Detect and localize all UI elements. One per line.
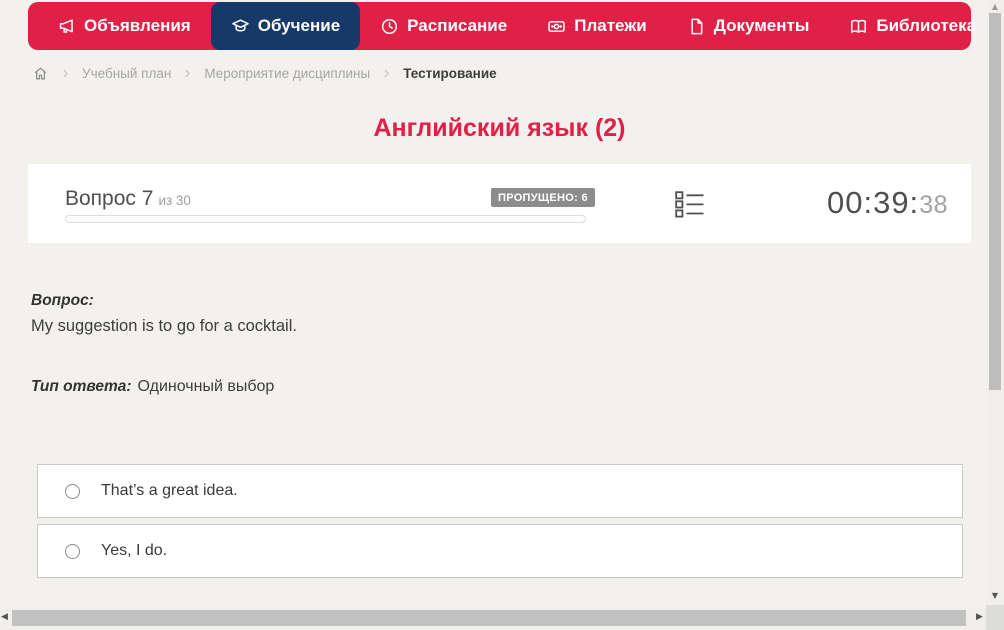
answer-option-2[interactable]: Yes, I do. (37, 524, 963, 578)
answer-option-1[interactable]: That’s a great idea. (37, 464, 963, 518)
radio-icon[interactable] (65, 483, 80, 499)
nav-item-label: Объявления (84, 16, 191, 35)
scrollbar-corner (986, 605, 1004, 630)
test-timer: 00:39:38 (827, 185, 948, 221)
cash-icon (547, 17, 566, 36)
chevron-right-icon (60, 68, 71, 79)
answer-type-row: Тип ответа: Одиночный выбор (31, 378, 274, 396)
question-number-label: Вопрос 7 (65, 187, 154, 210)
chevron-right-icon (182, 68, 193, 79)
question-list-icon[interactable] (675, 191, 705, 218)
book-icon (849, 17, 868, 36)
answer-type-label: Тип ответа: (31, 378, 132, 395)
nav-item-documents[interactable]: Документы (667, 2, 830, 50)
breadcrumb-item-testing: Тестирование (403, 65, 497, 81)
timer-hours-minutes: 00:39: (826, 185, 920, 220)
nav-item-schedule[interactable]: Расписание (360, 2, 527, 50)
nav-item-label: Расписание (407, 16, 508, 35)
clock-icon (380, 17, 399, 36)
nav-item-label: Обучение (257, 16, 341, 35)
question-text: My suggestion is to go for a cocktail. (31, 317, 297, 335)
nav-item-learning[interactable]: Обучение (210, 2, 361, 50)
question-progress-bar (65, 215, 586, 223)
megaphone-icon (57, 17, 76, 36)
nav-item-payments[interactable]: Платежи (527, 2, 667, 50)
answer-option-label: That’s a great idea. (101, 482, 238, 499)
scroll-up-icon[interactable]: ▲ (986, 3, 1004, 11)
radio-icon[interactable] (65, 543, 80, 559)
horizontal-scrollbar[interactable]: ◀ ▶ (0, 607, 986, 630)
page-title: Английский язык (2) (373, 114, 626, 142)
nav-item-library[interactable]: Библиотека (829, 2, 1004, 50)
answer-option-label: Yes, I do. (101, 542, 168, 559)
vertical-scrollbar[interactable]: ▲ ▼ (986, 0, 1004, 605)
question-of-total: из 30 (158, 193, 191, 208)
breadcrumb-item-study-plan[interactable]: Учебный план (82, 66, 171, 81)
answer-type-value: Одиночный выбор (137, 378, 275, 395)
document-icon (687, 17, 706, 36)
home-icon[interactable] (32, 65, 49, 82)
graduation-cap-icon (231, 17, 250, 36)
scroll-down-icon[interactable]: ▼ (986, 592, 1004, 600)
vertical-scrollbar-thumb[interactable] (989, 13, 1001, 390)
nav-item-label: Библиотека (876, 16, 977, 35)
horizontal-scrollbar-thumb[interactable] (12, 610, 966, 626)
scroll-left-icon[interactable]: ◀ (1, 613, 8, 622)
question-number: Вопрос 7 из 30 (65, 187, 191, 211)
question-label: Вопрос: (31, 292, 94, 309)
nav-item-label: Платежи (574, 16, 647, 35)
nav-item-label: Документы (713, 16, 810, 35)
scroll-right-icon[interactable]: ▶ (976, 613, 983, 622)
skipped-count-badge: ПРОПУЩЕНО: 6 (491, 188, 595, 207)
question-header-card: Вопрос 7 из 30 ПРОПУЩЕНО: 6 00:39:38 (28, 164, 971, 243)
main-navbar: Объявления Обучение Расписание Платежи Д… (28, 2, 998, 50)
breadcrumb: Учебный план Мероприятие дисциплины Тест… (32, 63, 497, 83)
timer-seconds: 38 (919, 191, 948, 219)
breadcrumb-item-discipline-events[interactable]: Мероприятие дисциплины (204, 66, 370, 81)
chevron-right-icon (381, 68, 392, 79)
nav-item-announcements[interactable]: Объявления (37, 2, 211, 50)
